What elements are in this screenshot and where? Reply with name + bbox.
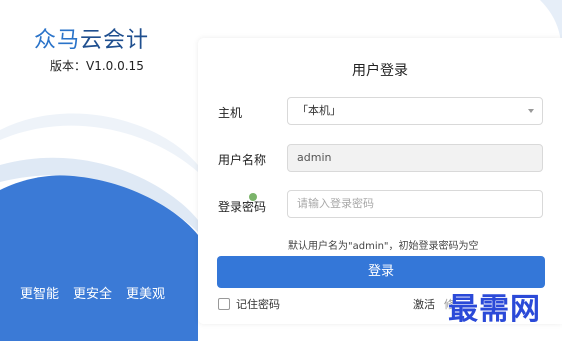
username-label: 用户名称	[218, 153, 267, 167]
slogan-secure: 更安全	[73, 287, 113, 302]
host-select[interactable]: 「本机」	[287, 97, 543, 125]
login-hint: 默认用户名为"admin"，初始登录密码为空	[288, 241, 479, 252]
app-title: 众马云会计	[34, 26, 149, 56]
slogan-beautiful: 更美观	[126, 287, 166, 302]
remember-checkbox[interactable]	[218, 298, 230, 310]
app-version: 版本：V1.0.0.15	[50, 59, 144, 73]
password-field[interactable]: 请输入登录密码	[287, 190, 543, 218]
cursor-icon	[249, 193, 257, 201]
brand: 众马云会计 版本：V1.0.0.15	[34, 26, 149, 73]
password-label: 登录密码	[218, 200, 267, 214]
app-title-accent: 众马	[34, 28, 81, 53]
app-title-rest: 云会计	[80, 28, 150, 53]
activate-link[interactable]: 激活	[413, 296, 435, 312]
host-label: 主机	[218, 106, 243, 120]
chevron-down-icon	[528, 109, 534, 113]
slogan-smart: 更智能	[20, 287, 60, 302]
username-field[interactable]: admin	[287, 144, 543, 172]
host-select-value: 「本机」	[297, 104, 341, 117]
login-button[interactable]: 登录	[217, 256, 545, 288]
slogans: 更智能 更安全 更美观	[20, 283, 165, 302]
watermark: 最需网	[448, 292, 541, 327]
login-title: 用户登录	[352, 63, 408, 79]
login-panel: 用户登录 主机 「本机」 用户名称 admin 登录密码 请输入登录密码 默认用…	[198, 38, 562, 324]
remember-label: 记住密码	[236, 298, 280, 311]
remember-password[interactable]: 记住密码	[218, 296, 280, 312]
